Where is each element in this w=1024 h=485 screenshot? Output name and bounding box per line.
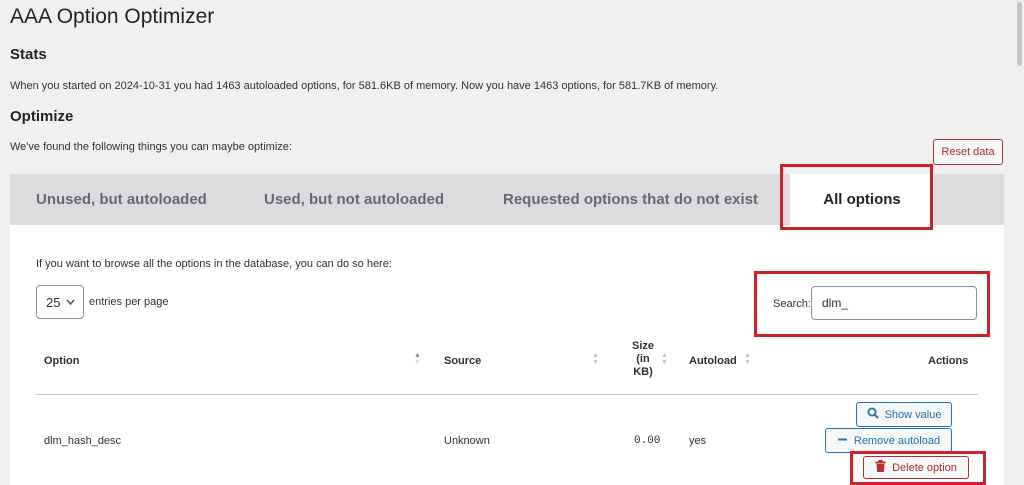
optimize-description: We've found the following things you can… [10, 141, 292, 153]
column-header-autoload[interactable]: Autoload [689, 355, 737, 367]
column-header-size[interactable]: Size (in KB) [630, 340, 656, 378]
chevron-down-icon [65, 295, 76, 312]
column-header-source[interactable]: Source [444, 355, 481, 367]
entries-per-page-select[interactable]: 25 [36, 285, 84, 319]
sort-arrows-icon[interactable]: ▲ ▼ [744, 352, 751, 366]
minus-icon [837, 434, 848, 448]
tab-unused-autoloaded[interactable]: Unused, but autoloaded [36, 174, 207, 225]
option-name-cell: dlm_hash_desc [44, 435, 122, 447]
highlight-box-all-options-tab [780, 164, 933, 230]
scrollbar-track[interactable] [1015, 0, 1024, 485]
tab-used-not-autoloaded[interactable]: Used, but not autoloaded [264, 174, 444, 225]
stats-text: When you started on 2024-10-31 you had 1… [10, 80, 719, 92]
show-value-button[interactable]: Show value [856, 402, 952, 427]
sort-arrows-icon[interactable]: ▲ ▼ [592, 352, 599, 366]
page-title: AAA Option Optimizer [10, 5, 215, 28]
highlight-box-search [754, 271, 990, 337]
source-cell: Unknown [444, 435, 490, 447]
reset-data-button[interactable]: Reset data [933, 139, 1003, 165]
table-header-divider [36, 394, 978, 395]
sort-arrows-icon[interactable]: ▲ ▼ [661, 352, 668, 366]
autoload-cell: yes [689, 435, 707, 447]
highlight-box-delete-option [850, 451, 986, 485]
scrollbar-thumb[interactable] [1017, 2, 1022, 66]
remove-autoload-button[interactable]: Remove autoload [825, 428, 952, 453]
search-icon [867, 407, 879, 422]
entries-per-page-label: entries per page [89, 296, 169, 308]
tab-requested-not-exist[interactable]: Requested options that do not exist [503, 174, 758, 225]
stats-heading: Stats [10, 46, 47, 63]
size-cell: 0.00 [634, 435, 661, 447]
entries-per-page-value: 25 [46, 294, 61, 310]
sort-arrows-icon[interactable]: ▲ ▼ [414, 352, 421, 366]
column-header-option[interactable]: Option [44, 355, 79, 367]
browse-description: If you want to browse all the options in… [36, 258, 392, 270]
column-header-actions: Actions [928, 355, 969, 367]
optimize-heading: Optimize [10, 108, 74, 125]
